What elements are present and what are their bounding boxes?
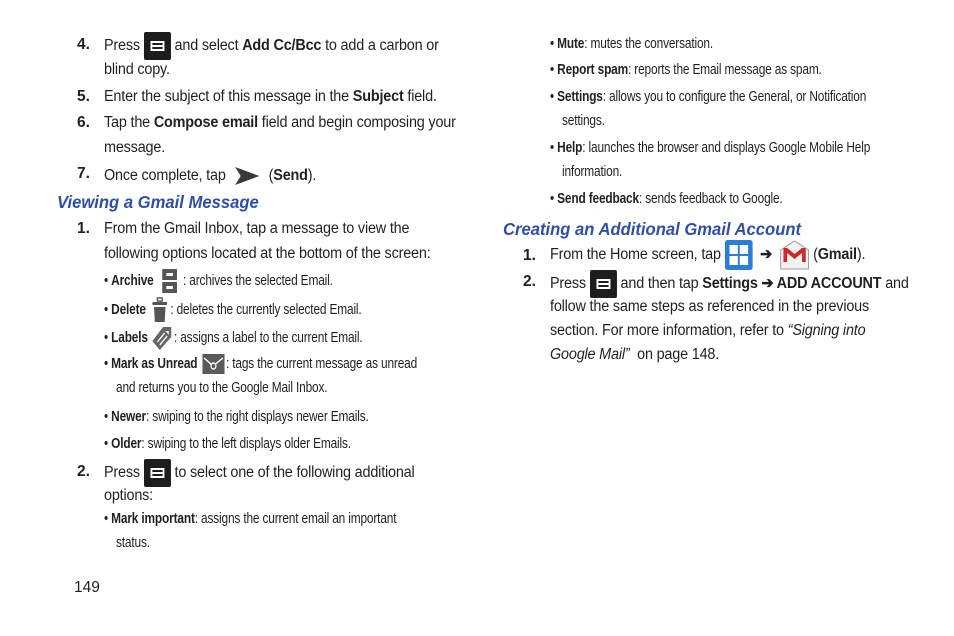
page-number: 149 bbox=[74, 579, 100, 596]
envelope-icon bbox=[202, 354, 225, 374]
step-number: 7. bbox=[77, 165, 90, 182]
send-arrow-icon bbox=[233, 165, 261, 187]
step-number: 1. bbox=[523, 247, 536, 264]
step-1-line-1: From the Gmail Inbox, tap a message to v… bbox=[104, 220, 410, 237]
right-step-2-line-3: section. For more information, refer to … bbox=[550, 322, 866, 339]
step-4-line-1: Press and select Add Cc/Bcc to add a car… bbox=[104, 32, 439, 60]
bullet-labels: Labels : assigns a label to the current … bbox=[104, 325, 363, 351]
step-number: 5. bbox=[77, 88, 90, 105]
arrow-right-icon: ➔ bbox=[757, 275, 777, 293]
step-2-line-1: Press to select one of the following add… bbox=[104, 459, 415, 487]
step-6-line-1: Tap the Compose email field and begin co… bbox=[104, 114, 456, 131]
arrow-right-icon: ➔ bbox=[760, 246, 772, 264]
menu-key-icon bbox=[143, 459, 171, 487]
step-number: 6. bbox=[77, 114, 90, 131]
right-step-2-line-1: Press and then tap Settings ➔ ADD ACCOUN… bbox=[550, 270, 909, 298]
bullet-settings-cont: settings. bbox=[562, 113, 605, 129]
gmail-icon bbox=[779, 240, 810, 270]
step-2-line-2: options: bbox=[104, 487, 154, 504]
bullet-mark-important: Mark important: assigns the current emai… bbox=[104, 511, 397, 527]
bullet-mark-important-cont: status. bbox=[116, 535, 150, 551]
bullet-newer: Newer: swiping to the right displays new… bbox=[104, 409, 369, 425]
cross-reference-link[interactable]: Google Mail” bbox=[550, 346, 630, 363]
menu-key-icon bbox=[589, 270, 617, 298]
section-heading-viewing: Viewing a Gmail Message bbox=[57, 192, 259, 212]
menu-key-icon bbox=[143, 32, 171, 60]
archive-icon bbox=[162, 268, 178, 294]
right-step-2-line-4: Google Mail” on page 148. bbox=[550, 346, 720, 363]
bullet-mute: Mute: mutes the conversation. bbox=[550, 36, 713, 52]
apps-icon bbox=[724, 240, 753, 270]
step-5-text: Enter the subject of this message in the… bbox=[104, 88, 437, 105]
label-tag-icon bbox=[152, 325, 173, 351]
bullet-mark-as-unread: Mark as Unread : tags the current messag… bbox=[104, 354, 417, 374]
bullet-settings: Settings: allows you to configure the Ge… bbox=[550, 89, 866, 105]
bullet-older: Older: swiping to the left displays olde… bbox=[104, 436, 351, 452]
right-step-1: From the Home screen, tap ➔ (Gmail). bbox=[550, 240, 865, 270]
bullet-mark-as-unread-cont: and returns you to the Google Mail Inbox… bbox=[116, 380, 328, 396]
section-heading-creating: Creating an Additional Gmail Account bbox=[503, 219, 802, 239]
step-4-line-2: blind copy. bbox=[104, 61, 170, 78]
step-7-text: Once complete, tap (Send). bbox=[104, 165, 316, 187]
right-step-2-line-2: follow the same steps as referenced in t… bbox=[550, 298, 870, 315]
step-number: 4. bbox=[77, 36, 90, 53]
bullet-delete: Delete : deletes the currently selected … bbox=[104, 297, 362, 323]
bullet-archive: Archive : archives the selected Email. bbox=[104, 268, 333, 294]
trash-icon bbox=[151, 297, 168, 323]
step-number: 2. bbox=[77, 463, 90, 480]
step-1-line-2: following options located at the bottom … bbox=[104, 245, 431, 262]
bullet-send-feedback: Send feedback: sends feedback to Google. bbox=[550, 191, 783, 207]
step-6-line-2: message. bbox=[104, 139, 166, 156]
bullet-help-cont: information. bbox=[562, 164, 623, 180]
step-number: 2. bbox=[523, 273, 536, 290]
bullet-help: Help: launches the browser and displays … bbox=[550, 140, 870, 156]
step-number: 1. bbox=[77, 220, 90, 237]
bullet-report-spam: Report spam: reports the Email message a… bbox=[550, 62, 822, 78]
cross-reference-link[interactable]: “Signing into bbox=[788, 322, 866, 339]
